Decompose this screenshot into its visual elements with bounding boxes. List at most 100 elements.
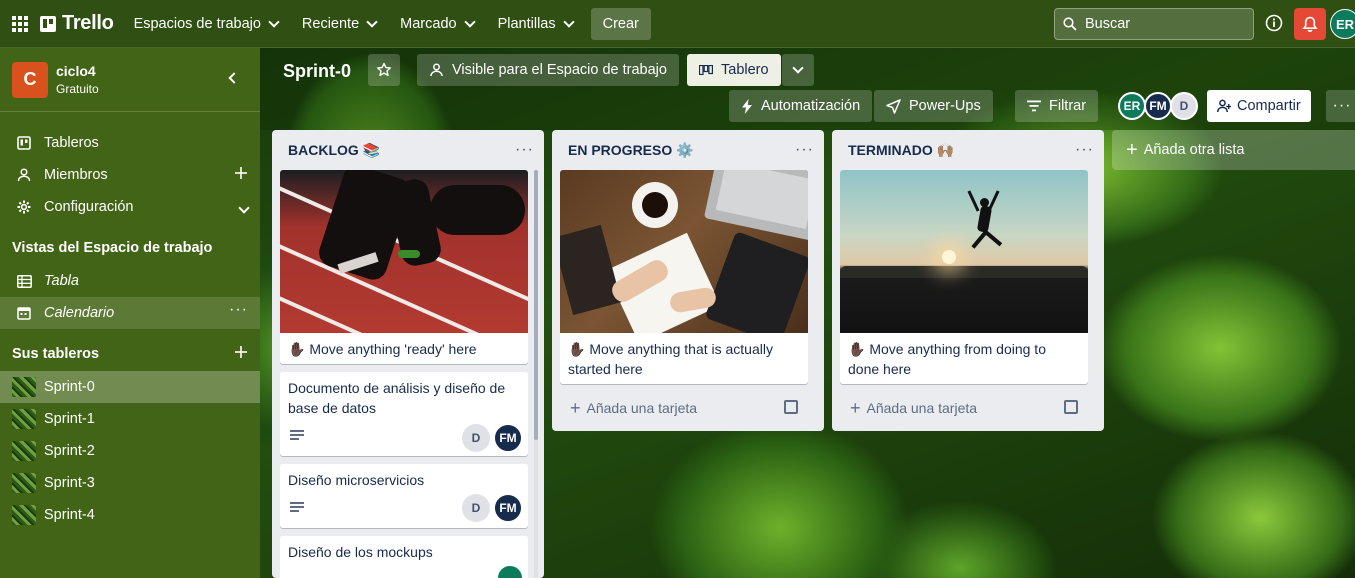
powerups-label: Power-Ups xyxy=(909,98,981,114)
add-board-icon[interactable] xyxy=(234,345,248,362)
member-avatar[interactable]: D xyxy=(1170,92,1198,120)
chevron-down-icon xyxy=(792,62,804,74)
card[interactable]: ✋🏿 Move anything from doing to done here xyxy=(840,170,1088,384)
app-switcher-icon[interactable] xyxy=(0,0,40,48)
member-avatar[interactable]: ER xyxy=(1118,92,1146,120)
sidebar-board-sprint-0[interactable]: Sprint-0 xyxy=(0,371,260,403)
board-thumbnail xyxy=(12,505,36,525)
card[interactable]: Documento de análisis y diseño de base d… xyxy=(280,372,528,456)
member-avatar[interactable]: FM xyxy=(1144,92,1172,120)
card-member-avatar[interactable]: D xyxy=(462,424,490,452)
person-icon xyxy=(16,168,32,182)
plus-icon: + xyxy=(850,397,861,418)
card-template-icon[interactable] xyxy=(1064,400,1078,414)
view-switcher-button[interactable] xyxy=(782,54,814,86)
user-avatar[interactable]: ER xyxy=(1330,9,1355,39)
card-member-avatar[interactable]: FM xyxy=(494,424,522,452)
search-icon xyxy=(1063,17,1077,31)
powerups-button[interactable]: Power-Ups xyxy=(874,90,993,122)
visibility-button[interactable]: Visible para el Espacio de trabajo xyxy=(417,54,679,86)
card[interactable]: ✋🏿 Move anything 'ready' here xyxy=(280,170,528,364)
sidebar-board-sprint-3[interactable]: Sprint-3 xyxy=(0,467,260,499)
card-template-icon[interactable] xyxy=(784,400,798,414)
menu-starred-label: Marcado xyxy=(400,15,457,32)
star-board-button[interactable] xyxy=(368,54,400,86)
board-thumbnail xyxy=(12,473,36,493)
workspace-plan: Gratuito xyxy=(56,82,99,96)
add-card-button[interactable]: + Añada una tarjeta xyxy=(840,394,1096,422)
card-title: ✋🏿 Move anything from doing to done here xyxy=(848,341,1046,377)
board-view-icon xyxy=(699,65,713,75)
menu-starred[interactable]: Marcado xyxy=(390,8,483,40)
info-icon[interactable] xyxy=(1263,12,1285,34)
filter-button[interactable]: Filtrar xyxy=(1015,90,1099,122)
more-options-icon[interactable]: ··· xyxy=(229,301,248,319)
menu-workspaces-label: Espacios de trabajo xyxy=(133,15,261,32)
search-box[interactable] xyxy=(1054,8,1254,40)
list-done: TERMINADO 🙌🏽 ··· ✋🏿 Move anything from d… xyxy=(832,130,1104,431)
create-button[interactable]: Crear xyxy=(590,7,651,40)
sidebar-item-settings[interactable]: Configuración xyxy=(0,191,260,223)
sidebar-board-sprint-2[interactable]: Sprint-2 xyxy=(0,435,260,467)
menu-templates[interactable]: Plantillas xyxy=(488,8,583,40)
list-title[interactable]: BACKLOG 📚 xyxy=(272,130,544,170)
workspace-name[interactable]: ciclo4 xyxy=(56,63,99,79)
share-button[interactable]: Compartir xyxy=(1207,90,1311,122)
board-thumbnail xyxy=(12,377,36,397)
add-list-button[interactable]: + Añada otra lista xyxy=(1112,130,1355,170)
collapse-sidebar-icon[interactable] xyxy=(228,72,240,84)
table-icon xyxy=(16,274,32,288)
board-menu-icon[interactable]: ··· xyxy=(1326,90,1355,122)
card[interactable]: Diseño de los mockups xyxy=(280,536,528,578)
list-backlog: BACKLOG 📚 ··· ✋🏿 Move anything 'ready' h… xyxy=(272,130,544,578)
board-view-button[interactable]: Tablero xyxy=(687,54,781,86)
board-thumbnail xyxy=(12,409,36,429)
filter-icon xyxy=(1027,100,1041,112)
list-scrollbar[interactable] xyxy=(534,170,538,578)
card-title: Diseño de los mockups xyxy=(288,544,433,560)
add-card-label: Añada una tarjeta xyxy=(866,400,978,416)
board-name: Sprint-2 xyxy=(44,443,95,459)
chevron-down-icon[interactable] xyxy=(238,200,250,216)
card-member-avatar[interactable]: D xyxy=(462,494,490,522)
sidebar-board-sprint-4[interactable]: Sprint-4 xyxy=(0,499,260,531)
add-card-button[interactable]: + Añada una tarjeta xyxy=(560,394,816,422)
card-cover-image xyxy=(840,170,1088,333)
card[interactable]: Diseño microservicios D FM xyxy=(280,464,528,528)
search-input[interactable] xyxy=(1085,16,1245,32)
card[interactable]: ✋🏿 Move anything that is actually starte… xyxy=(560,170,808,384)
people-icon xyxy=(429,63,444,77)
sidebar-view-calendar[interactable]: Calendario ··· xyxy=(0,297,260,329)
sidebar-item-members[interactable]: Miembros xyxy=(0,159,260,191)
menu-recent-label: Reciente xyxy=(301,15,360,32)
description-icon xyxy=(290,430,304,442)
trello-logo[interactable]: Trello xyxy=(40,12,114,35)
list-title[interactable]: EN PROGRESO ⚙️ xyxy=(552,130,824,170)
automation-button[interactable]: Automatización xyxy=(729,90,873,122)
board-title[interactable]: Sprint-0 xyxy=(283,61,351,82)
sidebar-view-table[interactable]: Tabla xyxy=(0,265,260,297)
card-cover-image xyxy=(280,170,528,333)
card-member-avatar[interactable]: FM xyxy=(494,494,522,522)
notifications-bell-icon[interactable] xyxy=(1294,8,1326,40)
menu-workspaces[interactable]: Espacios de trabajo xyxy=(124,8,288,40)
card-title: Diseño microservicios xyxy=(288,472,425,488)
list-menu-icon[interactable]: ··· xyxy=(515,141,534,159)
board-name: Sprint-3 xyxy=(44,475,95,491)
board-icon xyxy=(16,136,32,150)
menu-recent[interactable]: Reciente xyxy=(292,8,386,40)
filter-label: Filtrar xyxy=(1049,98,1087,114)
rocket-icon xyxy=(886,98,901,114)
boards-heading: Sus tableros xyxy=(12,346,100,362)
automation-label: Automatización xyxy=(761,98,861,114)
sidebar-item-boards[interactable]: Tableros xyxy=(0,127,260,159)
list-title[interactable]: TERMINADO 🙌🏽 xyxy=(832,130,1104,170)
star-icon xyxy=(377,62,391,77)
plus-icon: + xyxy=(570,397,581,418)
sidebar-board-sprint-1[interactable]: Sprint-1 xyxy=(0,403,260,435)
list-menu-icon[interactable]: ··· xyxy=(1075,141,1094,159)
board-canvas: Sprint-0 Visible para el Espacio de trab… xyxy=(260,48,1355,578)
list-menu-icon[interactable]: ··· xyxy=(795,141,814,159)
add-member-icon[interactable] xyxy=(234,166,248,184)
top-navigation-bar: Trello Espacios de trabajo Reciente Marc… xyxy=(0,0,1355,48)
